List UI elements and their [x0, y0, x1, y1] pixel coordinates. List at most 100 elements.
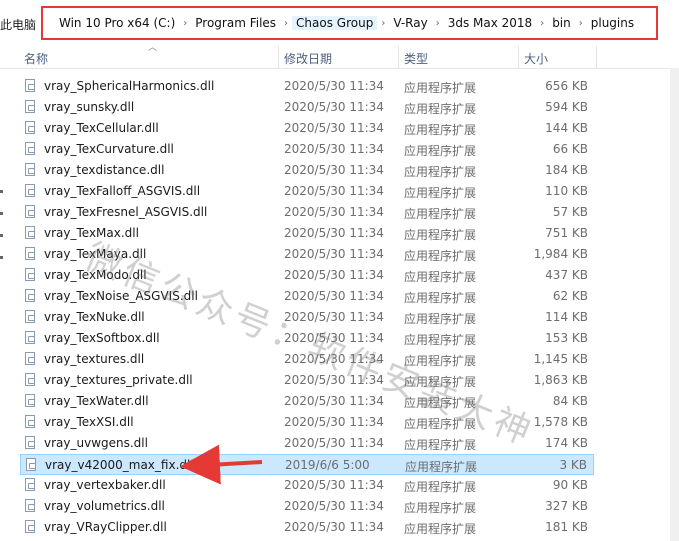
file-name: vray_v42000_max_fix.dll: [45, 458, 194, 472]
breadcrumb-item[interactable]: Win 10 Pro x64 (C:): [55, 16, 179, 30]
file-date: 2020/5/30 11:34: [284, 394, 384, 408]
dll-file-icon: [25, 79, 35, 92]
file-name: vray_TexFalloff_ASGVIS.dll: [44, 184, 201, 198]
file-date: 2020/5/30 11:34: [284, 184, 384, 198]
column-size[interactable]: 大小: [524, 50, 548, 67]
file-type: 应用程序扩展: [404, 354, 477, 368]
file-date: 2019/6/6 5:00: [285, 458, 370, 472]
file-row[interactable]: vray_TexModo.dll 2020/5/30 11:34 应用程序扩展 437…: [20, 265, 594, 286]
breadcrumb-item[interactable]: 3ds Max 2018: [444, 16, 536, 30]
file-name: vray_TexMaya.dll: [44, 247, 147, 261]
column-divider: [398, 46, 399, 68]
nav-mark: [0, 256, 3, 259]
column-type[interactable]: 类型: [404, 50, 428, 67]
file-date: 2020/5/30 11:34: [284, 310, 384, 324]
file-name: vray_TexMax.dll: [44, 226, 139, 240]
file-row[interactable]: vray_volumetrics.dll 2020/5/30 11:34 应用程序扩…: [20, 496, 594, 517]
breadcrumb-separator-icon[interactable]: ›: [536, 18, 548, 29]
file-row[interactable]: vray_SphericalHarmonics.dll 2020/5/30 11:…: [20, 76, 594, 97]
file-type: 应用程序扩展: [404, 270, 477, 284]
file-type: 应用程序扩展: [404, 438, 477, 452]
file-date: 2020/5/30 11:34: [284, 142, 384, 156]
dll-file-icon: [25, 226, 35, 239]
file-name: vray_textures.dll: [44, 352, 145, 366]
file-row[interactable]: vray_textures_private.dll 2020/5/30 11:34…: [20, 370, 594, 391]
breadcrumb-item[interactable]: Chaos Group: [292, 16, 378, 30]
file-size: 90 KB: [552, 478, 588, 492]
vertical-scrollbar[interactable]: [670, 68, 679, 541]
file-type: 应用程序扩展: [404, 291, 477, 305]
file-row[interactable]: vray_VRayClipper.dll 2020/5/30 11:34 应用程序扩…: [20, 517, 594, 538]
file-row[interactable]: vray_TexXSI.dll 2020/5/30 11:34 应用程序扩展 1,57…: [20, 412, 594, 433]
file-type: 应用程序扩展: [404, 501, 477, 515]
file-row[interactable]: vray_uvwgens.dll 2020/5/30 11:34 应用程序扩展 174…: [20, 433, 594, 454]
dll-file-icon: [25, 352, 35, 365]
dll-file-icon: [25, 520, 35, 533]
breadcrumb-separator-icon[interactable]: ›: [280, 18, 292, 29]
file-row[interactable]: vray_v42000_max_fix.dll 2019/6/6 5:00 应用程序…: [20, 454, 594, 475]
file-name: vray_TexCurvature.dll: [44, 142, 174, 156]
file-date: 2020/5/30 11:34: [284, 121, 384, 135]
file-type: 应用程序扩展: [404, 249, 477, 263]
file-name: vray_TexSoftbox.dll: [44, 331, 160, 345]
breadcrumb-highlight-box: Win 10 Pro x64 (C:) › Program Files › Chaos …: [41, 6, 658, 40]
file-date: 2020/5/30 11:34: [284, 499, 384, 513]
file-row[interactable]: vray_TexWater.dll 2020/5/30 11:34 应用程序扩展 84…: [20, 391, 594, 412]
sort-up-icon: ︿: [148, 43, 158, 53]
file-size: 57 KB: [552, 205, 588, 219]
file-type: 应用程序扩展: [405, 460, 478, 474]
this-pc-label[interactable]: 此电脑: [0, 16, 36, 33]
file-size: 153 KB: [545, 331, 588, 345]
file-row[interactable]: vray_sunsky.dll 2020/5/30 11:34 应用程序扩展 594 …: [20, 97, 594, 118]
file-date: 2020/5/30 11:34: [284, 520, 384, 534]
file-size: 114 KB: [545, 310, 588, 324]
breadcrumb-separator-icon[interactable]: ›: [432, 18, 444, 29]
column-name[interactable]: 名称: [24, 50, 48, 67]
dll-file-icon: [25, 121, 35, 134]
file-name: vray_sunsky.dll: [44, 100, 135, 114]
file-row[interactable]: vray_TexFalloff_ASGVIS.dll 2020/5/30 11:3…: [20, 181, 594, 202]
breadcrumb-item[interactable]: Program Files: [191, 16, 280, 30]
dll-file-icon: [25, 436, 35, 449]
file-size: 594 KB: [545, 100, 588, 114]
file-row[interactable]: vray_TexNuke.dll 2020/5/30 11:34 应用程序扩展 114…: [20, 307, 594, 328]
file-name: vray_TexXSI.dll: [44, 415, 134, 429]
file-row[interactable]: vray_TexNoise_ASGVIS.dll 2020/5/30 11:34 应…: [20, 286, 594, 307]
file-row[interactable]: vray_TexMax.dll 2020/5/30 11:34 应用程序扩展 751 …: [20, 223, 594, 244]
file-row[interactable]: vray_TexFresnel_ASGVIS.dll 2020/5/30 11:3…: [20, 202, 594, 223]
file-row[interactable]: vray_TexCellular.dll 2020/5/30 11:34 应用程序扩…: [20, 118, 594, 139]
dll-file-icon: [25, 310, 35, 323]
dll-file-icon: [25, 163, 35, 176]
file-type: 应用程序扩展: [404, 186, 477, 200]
file-row[interactable]: vray_texdistance.dll 2020/5/30 11:34 应用程序扩…: [20, 160, 594, 181]
file-size: 1,984 KB: [533, 247, 588, 261]
file-date: 2020/5/30 11:34: [284, 247, 384, 261]
breadcrumb-separator-icon[interactable]: ›: [575, 18, 587, 29]
file-size: 62 KB: [552, 289, 588, 303]
file-type: 应用程序扩展: [404, 123, 477, 137]
file-date: 2020/5/30 11:34: [284, 163, 384, 177]
file-type: 应用程序扩展: [404, 375, 477, 389]
file-type: 应用程序扩展: [404, 480, 477, 494]
breadcrumb-item[interactable]: V-Ray: [389, 16, 431, 30]
file-date: 2020/5/30 11:34: [284, 436, 384, 450]
file-type: 应用程序扩展: [404, 144, 477, 158]
dll-file-icon: [25, 268, 35, 281]
file-row[interactable]: vray_TexCurvature.dll 2020/5/30 11:34 应用程序…: [20, 139, 594, 160]
column-divider: [596, 46, 597, 68]
file-row[interactable]: vray_textures.dll 2020/5/30 11:34 应用程序扩展 1,…: [20, 349, 594, 370]
breadcrumb-item[interactable]: plugins: [587, 16, 638, 30]
file-type: 应用程序扩展: [404, 165, 477, 179]
file-row[interactable]: vray_vertexbaker.dll 2020/5/30 11:34 应用程序扩…: [20, 475, 594, 496]
file-size: 110 KB: [545, 184, 588, 198]
breadcrumb-separator-icon[interactable]: ›: [377, 18, 389, 29]
dll-file-icon: [25, 247, 35, 260]
file-row[interactable]: vray_TexSoftbox.dll 2020/5/30 11:34 应用程序扩展…: [20, 328, 594, 349]
file-row[interactable]: vray_TexMaya.dll 2020/5/30 11:34 应用程序扩展 1,9…: [20, 244, 594, 265]
breadcrumb-separator-icon[interactable]: ›: [179, 18, 191, 29]
file-type: 应用程序扩展: [404, 396, 477, 410]
column-date[interactable]: 修改日期: [284, 50, 332, 67]
nav-mark: [0, 190, 3, 193]
file-size: 144 KB: [545, 121, 588, 135]
breadcrumb-item[interactable]: bin: [548, 16, 575, 30]
